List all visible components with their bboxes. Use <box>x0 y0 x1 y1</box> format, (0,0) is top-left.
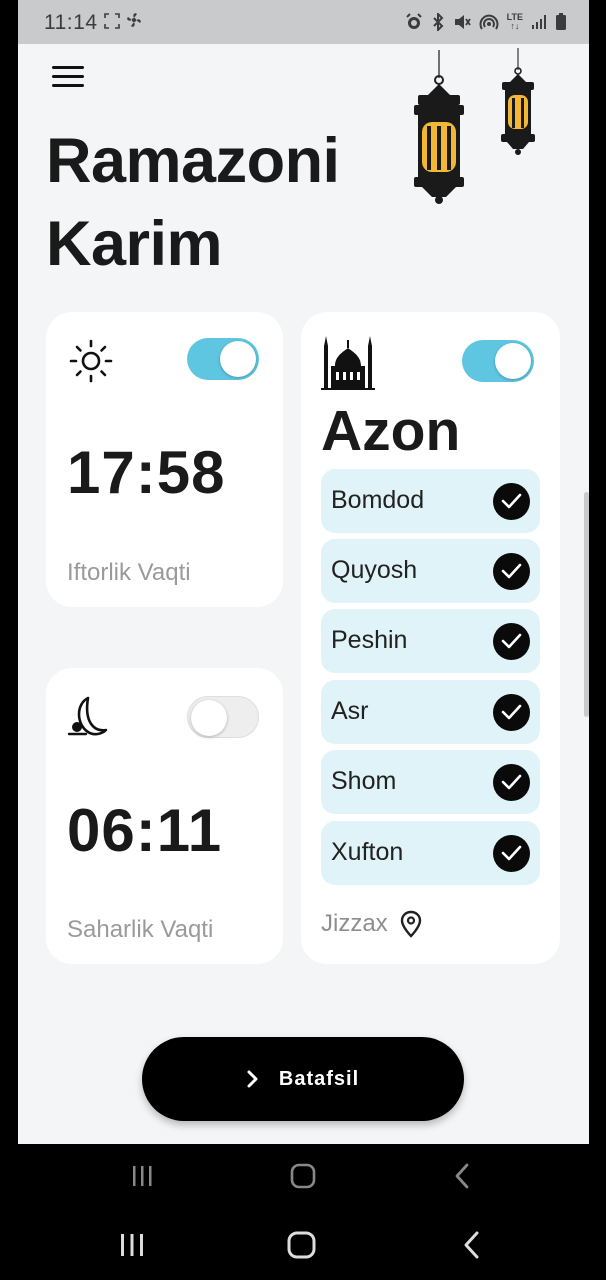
status-bar: 11:14 LTE ↑↓ <box>18 0 589 44</box>
location-pin-icon <box>400 910 421 938</box>
check-icon[interactable] <box>493 764 530 801</box>
prayer-item-bomdod[interactable]: Bomdod <box>321 469 540 533</box>
screenshot-icon <box>104 13 120 29</box>
home-icon[interactable] <box>286 1230 318 1260</box>
azon-card: Azon Bomdod Quyosh Peshin Asr Shom Xufto… <box>301 312 560 964</box>
check-icon[interactable] <box>493 553 530 590</box>
status-time: 11:14 <box>44 11 98 34</box>
prayer-item-xufton[interactable]: Xufton <box>321 821 540 885</box>
menu-button[interactable] <box>52 66 86 90</box>
signal-icon <box>532 15 546 29</box>
toggle-knob <box>191 700 227 736</box>
large-lantern-icon <box>414 50 464 204</box>
battery-icon <box>556 13 566 30</box>
small-lantern-icon <box>501 48 535 155</box>
inner-navigation-bar <box>0 1144 606 1208</box>
lte-icon: LTE ↑↓ <box>506 12 523 31</box>
back-icon[interactable] <box>454 1163 470 1189</box>
hotspot-icon <box>479 14 499 30</box>
city-label: Jizzax <box>321 910 388 937</box>
sahar-label: Saharlik Vaqti <box>67 916 214 943</box>
back-icon[interactable] <box>462 1230 480 1260</box>
batafsil-label: Batafsil <box>278 1067 360 1090</box>
sahar-time: 06:11 <box>67 797 223 864</box>
outer-navigation-bar <box>0 1208 606 1280</box>
title-line-1: Ramazoni <box>46 126 340 196</box>
prayer-item-peshin[interactable]: Peshin <box>321 609 540 673</box>
iftor-time: 17:58 <box>67 439 226 506</box>
app-screen: 11:14 LTE ↑↓ Ramazoni Karim 17:58 Iftorl… <box>18 0 589 1144</box>
status-right-icons: LTE ↑↓ <box>405 13 567 31</box>
iftor-toggle[interactable] <box>187 338 259 380</box>
status-left-icons <box>104 11 143 34</box>
iftorlik-card: 17:58 Iftorlik Vaqti <box>46 312 283 607</box>
batafsil-button[interactable]: Batafsil <box>142 1037 464 1121</box>
city-selector[interactable]: Jizzax <box>321 910 422 938</box>
saharlik-card: 06:11 Saharlik Vaqti <box>46 668 283 964</box>
prayer-name: Bomdod <box>331 486 425 514</box>
recent-apps-icon[interactable] <box>130 1164 154 1188</box>
check-icon[interactable] <box>493 835 530 872</box>
page-title: Ramazoni Karim <box>46 120 416 286</box>
check-icon[interactable] <box>493 623 530 660</box>
check-icon[interactable] <box>493 483 530 520</box>
pinwheel-icon <box>127 13 141 27</box>
prayer-name: Xufton <box>331 838 404 866</box>
prayer-name: Asr <box>331 697 369 725</box>
moon-icon <box>67 696 108 736</box>
check-icon[interactable] <box>493 694 530 731</box>
mute-icon <box>454 15 471 29</box>
toggle-knob <box>220 341 256 377</box>
sahar-toggle[interactable] <box>187 696 259 738</box>
bluetooth-icon <box>432 13 444 31</box>
alarm-icon <box>405 13 422 29</box>
prayer-item-shom[interactable]: Shom <box>321 750 540 814</box>
prayer-name: Peshin <box>331 626 408 654</box>
azon-title: Azon <box>321 399 461 463</box>
prayer-name: Quyosh <box>331 556 418 584</box>
home-icon[interactable] <box>289 1162 317 1190</box>
recent-apps-icon[interactable] <box>118 1232 146 1258</box>
prayer-item-quyosh[interactable]: Quyosh <box>321 539 540 603</box>
prayer-item-asr[interactable]: Asr <box>321 680 540 744</box>
scrollbar[interactable] <box>584 492 589 717</box>
azon-toggle[interactable] <box>462 340 534 382</box>
title-line-2: Karim <box>46 209 223 279</box>
iftor-label: Iftorlik Vaqti <box>67 559 191 586</box>
lte-label: LTE <box>506 12 523 22</box>
mosque-icon <box>321 336 375 390</box>
prayer-name: Shom <box>331 767 397 795</box>
toggle-knob <box>495 343 531 379</box>
chevron-right-icon <box>247 1070 258 1088</box>
sun-icon <box>69 339 113 383</box>
